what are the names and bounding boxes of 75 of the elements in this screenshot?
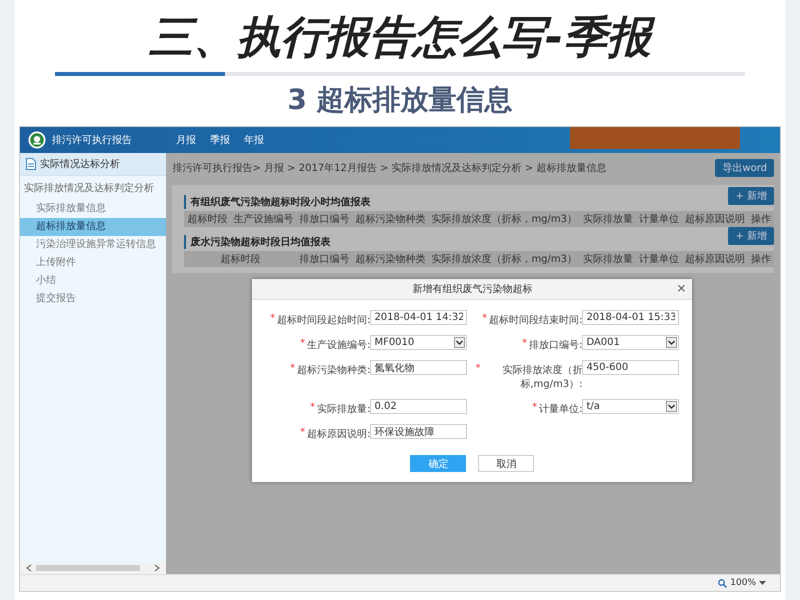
slide-subtitle: 3 超标排放量信息 <box>287 82 513 118</box>
column-header: 计量单位 <box>638 252 680 267</box>
column-header: 超标原因说明 <box>684 252 746 267</box>
scrollbar[interactable] <box>20 562 166 574</box>
breadcrumb: 排污许可执行报告> 月报 > 2017年12月报告 > 实际排放情况及达标判定分析 > 超标排放量信息 <box>172 162 606 175</box>
sidebar-section[interactable]: 实际排放情况及达标判定分析 <box>20 176 166 200</box>
export-button[interactable]: 导出word <box>715 159 774 177</box>
column-header: 生产设施编号 <box>232 212 294 227</box>
close-button[interactable]: × <box>676 282 686 295</box>
column-header: 超标时段 <box>219 252 262 267</box>
required-mark: * <box>310 402 316 415</box>
cancel-button[interactable]: 取消 <box>478 455 534 472</box>
emblem-logo-icon <box>28 131 46 149</box>
column-header: 超标污染物种类 <box>354 252 426 267</box>
required-mark: * <box>290 363 296 376</box>
caret-icon <box>666 337 678 348</box>
field-label: 超标时间段结束时间: <box>489 314 582 327</box>
field-label: 生产设施编号: <box>307 338 370 352</box>
chevron-right-icon[interactable] <box>154 564 160 572</box>
document-icon <box>26 158 36 170</box>
add-button[interactable]: + 新增 <box>728 227 774 245</box>
dialog-title: 新增有组织废气污染物超标 <box>412 282 532 296</box>
required-mark: * <box>482 313 488 326</box>
input-field[interactable]: 环保设施故障 <box>370 424 468 439</box>
zoom-icon <box>718 578 728 588</box>
required-mark: * <box>270 313 276 326</box>
sidebar-item[interactable]: 实际排放量信息 <box>20 200 166 218</box>
field-label: 超标污染物种类: <box>297 364 370 377</box>
column-header: 超标污染物种类 <box>354 212 426 227</box>
input-field[interactable]: 氮氧化物 <box>370 360 468 375</box>
column-header: 实际排放浓度（折标，mg/m3） <box>430 212 578 227</box>
caret-icon <box>666 401 678 412</box>
required-mark: * <box>300 338 306 351</box>
required-mark: * <box>475 363 480 376</box>
caret-icon <box>454 337 466 348</box>
nav-link[interactable]: 季报 <box>210 133 230 147</box>
dropdown-field[interactable]: MF0010 <box>370 335 468 350</box>
dropdown-field[interactable]: DA001 <box>582 335 680 350</box>
sidebar-item[interactable]: 超标排放量信息 <box>20 218 166 236</box>
required-mark: * <box>532 402 538 415</box>
nav-link[interactable]: 年报 <box>244 133 264 147</box>
input-field[interactable]: 450-600 <box>582 360 680 375</box>
column-header: 实际排放量 <box>582 252 634 267</box>
sidebar-item[interactable]: 污染治理设施异常运转信息 <box>20 236 166 254</box>
column-header: 操作 <box>750 213 772 227</box>
field-label: 超标原因说明: <box>307 428 370 441</box>
input-field[interactable]: 0.02 <box>370 399 468 414</box>
column-header: 超标时段 <box>186 212 228 227</box>
column-header: 超标原因说明 <box>684 212 746 227</box>
column-header: 实际排放量 <box>582 212 634 227</box>
add-button[interactable]: + 新增 <box>728 187 774 205</box>
required-mark: * <box>522 338 528 351</box>
sidebar-item[interactable]: 上传附件 <box>20 254 166 272</box>
required-mark: * <box>300 427 306 440</box>
nav-link[interactable]: 月报 <box>176 133 196 147</box>
input-field[interactable]: 2018-04-01 14:32 <box>370 310 468 325</box>
sidebar-item[interactable]: 提交报告 <box>20 290 166 308</box>
field-label: 实际排放量: <box>317 402 370 416</box>
column-header: 计量单位 <box>638 212 680 227</box>
app-name: 排污许可执行报告 <box>52 134 132 147</box>
caret-icon[interactable] <box>759 580 766 586</box>
column-header: 实际排放浓度（折标，mg/m3） <box>430 252 578 267</box>
column-header: 操作 <box>750 253 772 267</box>
field-label: 实际排放浓度（折标,mg/m3）: <box>501 364 582 391</box>
zoom-level[interactable]: 100% <box>730 578 756 588</box>
field-label: 计量单位: <box>539 402 582 416</box>
sidebar-title: 实际情况达标分析 <box>40 158 120 171</box>
field-label: 排放口编号: <box>529 338 582 352</box>
field-label: 超标时间段起始时间: <box>277 314 370 327</box>
sidebar-item[interactable]: 小结 <box>20 272 166 290</box>
dropdown-field[interactable]: t/a <box>582 399 680 414</box>
column-header: 排放口编号 <box>298 252 350 267</box>
column-header: 排放口编号 <box>298 212 350 227</box>
chevron-left-icon[interactable] <box>26 564 32 572</box>
input-field[interactable]: 2018-04-01 15:33 <box>582 310 680 325</box>
